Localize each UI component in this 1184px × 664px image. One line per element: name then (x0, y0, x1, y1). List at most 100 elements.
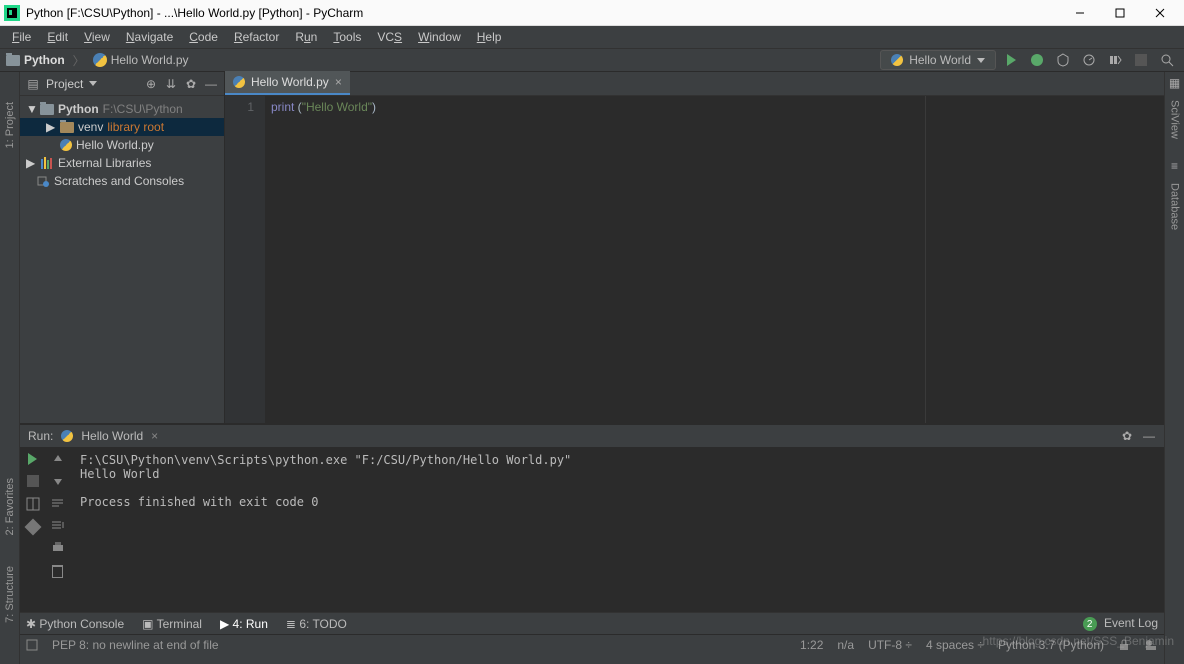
tree-external-libs[interactable]: ▶ External Libraries (20, 154, 224, 172)
menu-file[interactable]: File (4, 28, 39, 46)
status-indent[interactable]: 4 spaces ÷ (926, 638, 984, 652)
run-config-selector[interactable]: Hello World (880, 50, 996, 70)
wrap-icon[interactable] (51, 497, 65, 509)
python-file-icon (233, 76, 245, 88)
terminal-tab[interactable]: ▣ Terminal (142, 617, 202, 631)
concurrency-button[interactable] (1104, 49, 1126, 71)
menu-refactor[interactable]: Refactor (226, 28, 287, 46)
up-icon[interactable] (52, 453, 64, 465)
right-tool-strip: ▦ SciView ≡ Database (1164, 72, 1184, 664)
minimize-button[interactable] (1060, 0, 1100, 26)
tree-scratches[interactable]: Scratches and Consoles (20, 172, 224, 190)
maximize-button[interactable] (1100, 0, 1140, 26)
chevron-down-icon[interactable] (89, 81, 97, 86)
terminal-icon: ▣ (142, 617, 153, 631)
tree-file-hello[interactable]: Hello World.py (20, 136, 224, 154)
run-panel-label: Run: (28, 429, 53, 443)
menu-help[interactable]: Help (469, 28, 510, 46)
watermark: https://blog.csdn.net/SSS_Benjamin (983, 634, 1174, 648)
stop-button[interactable] (1130, 49, 1152, 71)
favorites-tool-tab[interactable]: 2: Favorites (4, 478, 16, 535)
menu-vcs[interactable]: VCS (369, 28, 410, 46)
coverage-button[interactable] (1052, 49, 1074, 71)
tree-venv[interactable]: ▶ venv library root (20, 118, 224, 136)
menu-run[interactable]: Run (287, 28, 325, 46)
rerun-button[interactable] (28, 453, 37, 465)
stop-button[interactable] (27, 475, 39, 487)
structure-tool-tab[interactable]: 7: Structure (4, 566, 16, 623)
menu-navigate[interactable]: Navigate (118, 28, 181, 46)
profile-button[interactable] (1078, 49, 1100, 71)
status-encoding[interactable]: UTF-8 ÷ (868, 638, 912, 652)
locate-icon[interactable]: ⊕ (144, 77, 158, 91)
search-everywhere-button[interactable] (1156, 49, 1178, 71)
project-panel-title[interactable]: Project (46, 77, 83, 91)
pin-icon[interactable] (24, 519, 41, 536)
editor-area: Hello World.py × 1 print ("Hello World") (225, 72, 1164, 423)
menu-code[interactable]: Code (181, 28, 226, 46)
status-na[interactable]: n/a (837, 638, 854, 652)
breadcrumb-root[interactable]: Python (24, 53, 65, 67)
status-position[interactable]: 1:22 (800, 638, 823, 652)
navigation-bar: Python 〉 Hello World.py Hello World (0, 48, 1184, 72)
database-icon[interactable]: ≡ (1168, 159, 1182, 173)
gutter-lineno: 1 (225, 96, 265, 423)
trash-icon[interactable] (52, 565, 63, 578)
down-icon[interactable] (52, 475, 64, 487)
python-icon (891, 54, 903, 66)
chevron-down-icon (977, 58, 985, 63)
todo-tab[interactable]: ≣ 6: TODO (286, 617, 347, 631)
debug-button[interactable] (1026, 49, 1048, 71)
run-config-label: Hello World (909, 53, 971, 67)
editor-tab-hello[interactable]: Hello World.py × (225, 71, 350, 95)
menu-view[interactable]: View (76, 28, 118, 46)
layout-icon[interactable] (26, 497, 40, 511)
grid-icon[interactable]: ▦ (1168, 76, 1182, 90)
python-console-tab[interactable]: ✱ Python Console (26, 617, 124, 631)
python-icon (61, 430, 73, 442)
folder-icon (60, 122, 74, 133)
run-button[interactable] (1000, 49, 1022, 71)
close-icon[interactable]: × (335, 75, 342, 89)
project-tool-tab[interactable]: 1: Project (4, 102, 16, 148)
window-title: Python [F:\CSU\Python] - ...\Hello World… (26, 6, 1060, 20)
folder-icon (6, 55, 20, 66)
run-panel-title[interactable]: Hello World (81, 429, 143, 443)
hide-icon[interactable]: — (204, 77, 218, 91)
event-count-badge: 2 (1083, 617, 1097, 631)
menu-edit[interactable]: Edit (39, 28, 76, 46)
close-icon[interactable]: × (151, 429, 158, 443)
run-tool-window: Run: Hello World × ✿ — (20, 424, 1164, 612)
menu-window[interactable]: Window (410, 28, 469, 46)
pycharm-icon (4, 5, 20, 21)
gear-icon[interactable]: ✿ (184, 77, 198, 91)
code-editor[interactable]: 1 print ("Hello World") (225, 96, 1164, 423)
event-log-tab[interactable]: 2 Event Log (1083, 616, 1158, 632)
bottom-tool-tabs: ✱ Python Console ▣ Terminal ▶ 4: Run ≣ 6… (20, 612, 1164, 634)
folder-icon (40, 104, 54, 115)
collapse-icon[interactable]: ⇊ (164, 77, 178, 91)
hide-icon[interactable]: — (1142, 429, 1156, 443)
database-tool-tab[interactable]: Database (1169, 183, 1181, 230)
print-icon[interactable] (51, 541, 65, 555)
chevron-right-icon: 〉 (73, 52, 85, 69)
python-file-icon (93, 53, 107, 67)
gear-icon[interactable]: ✿ (1120, 429, 1134, 443)
tree-project-root[interactable]: ▼ Python F:\CSU\Python (20, 100, 224, 118)
run-tab[interactable]: ▶ 4: Run (220, 617, 268, 631)
sciview-tool-tab[interactable]: SciView (1169, 100, 1181, 139)
python-icon: ✱ (26, 617, 36, 631)
scratches-icon (36, 175, 50, 187)
scroll-icon[interactable] (51, 519, 65, 531)
library-icon (40, 157, 54, 169)
close-button[interactable] (1140, 0, 1180, 26)
play-icon: ▶ (220, 617, 229, 631)
status-message: PEP 8: no newline at end of file (52, 638, 219, 652)
window-icon[interactable] (26, 639, 38, 651)
menu-tools[interactable]: Tools (325, 28, 369, 46)
project-view-icon: ▤ (26, 77, 40, 91)
window-titlebar: Python [F:\CSU\Python] - ...\Hello World… (0, 0, 1184, 26)
breadcrumb-file[interactable]: Hello World.py (111, 53, 189, 67)
console-output[interactable]: F:\CSU\Python\venv\Scripts\python.exe "F… (70, 447, 1164, 612)
python-file-icon (60, 139, 72, 151)
